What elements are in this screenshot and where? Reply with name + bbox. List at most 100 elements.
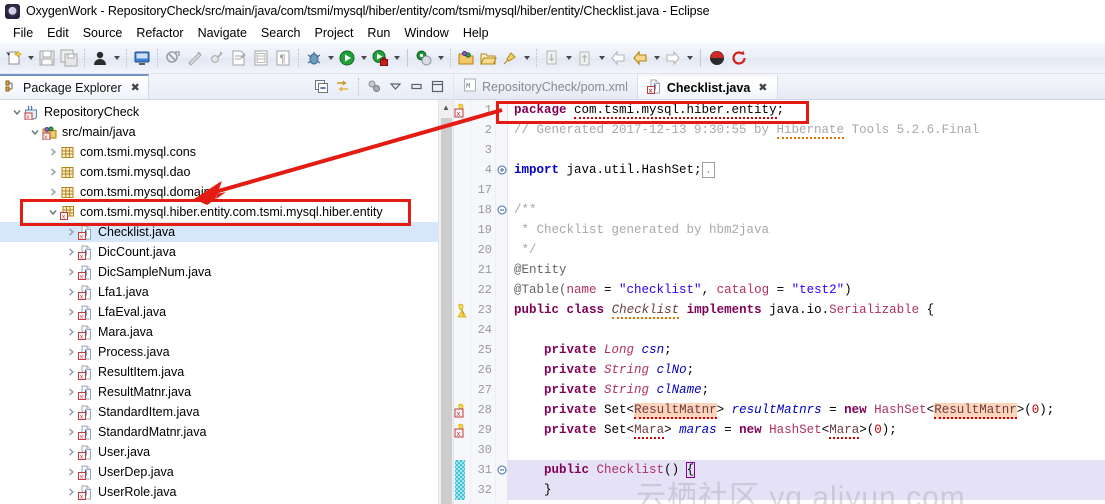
menu-navigate[interactable]: Navigate xyxy=(191,25,254,41)
pin-editor-dropdown-arrow-icon[interactable] xyxy=(521,47,532,69)
external-tools-icon[interactable] xyxy=(413,47,435,69)
open-console-icon[interactable] xyxy=(131,47,153,69)
tree-item-lfaeval-java[interactable]: x LfaEval.java xyxy=(0,302,453,322)
code-line[interactable]: import java.util.HashSet;. xyxy=(514,160,1105,180)
code-line[interactable]: private String clNo; xyxy=(514,360,1105,380)
back-icon[interactable] xyxy=(607,47,629,69)
chevron-right-icon[interactable] xyxy=(64,387,77,397)
tree-item-resultmatnr-java[interactable]: x ResultMatnr.java xyxy=(0,382,453,402)
maximize-icon[interactable] xyxy=(428,77,447,96)
minimize-icon[interactable] xyxy=(407,77,426,96)
chevron-right-icon[interactable] xyxy=(64,367,77,377)
tree-item-standarditem-java[interactable]: x StandardItem.java xyxy=(0,402,453,422)
open-type-dropdown-arrow-icon[interactable] xyxy=(111,47,122,69)
close-icon[interactable]: ✖ xyxy=(758,81,767,94)
open-resource-icon[interactable] xyxy=(455,47,477,69)
error-bulb-icon[interactable]: x xyxy=(454,420,470,440)
code-line[interactable]: @Table(name = "checklist", catalog = "te… xyxy=(514,280,1105,300)
warning-bulb-icon[interactable]: ! xyxy=(454,300,470,320)
run-coverage-icon[interactable] xyxy=(369,47,391,69)
code-line[interactable]: @Entity xyxy=(514,260,1105,280)
tree-item-userdep-java[interactable]: x UserDep.java xyxy=(0,462,453,482)
quick-fix-icon[interactable] xyxy=(206,47,228,69)
code-line[interactable]: public class Checklist implements java.i… xyxy=(514,300,1105,320)
code-line[interactable]: package com.tsmi.mysql.hiber.entity; xyxy=(514,100,1105,120)
open-folder-icon[interactable] xyxy=(477,47,499,69)
tree-item-com-tsmi-mysql-hiber-entity-com-tsmi-mysql-hiber-entity[interactable]: x com.tsmi.mysql.hiber.entity.com.tsmi.my… xyxy=(0,202,453,222)
view-menu-icon[interactable] xyxy=(365,77,384,96)
forward-dropdown-arrow-icon[interactable] xyxy=(684,47,695,69)
save-all-icon[interactable] xyxy=(58,47,80,69)
menu-source[interactable]: Source xyxy=(76,25,130,41)
tree-item-userrole-java[interactable]: x UserRole.java xyxy=(0,482,453,502)
next-annotation-icon[interactable] xyxy=(541,47,563,69)
previous-edit-dropdown-arrow-icon[interactable] xyxy=(651,47,662,69)
menu-search[interactable]: Search xyxy=(254,25,308,41)
editor-code-content[interactable]: package com.tsmi.mysql.hiber.entity;// G… xyxy=(508,100,1105,504)
link-with-editor-icon[interactable] xyxy=(333,77,352,96)
code-line[interactable]: */ xyxy=(514,240,1105,260)
new-wizard-icon[interactable] xyxy=(3,47,25,69)
tab-package-explorer[interactable]: Package Explorer ✖ xyxy=(0,74,149,99)
previous-annotation-dropdown-arrow-icon[interactable] xyxy=(596,47,607,69)
previous-annotation-icon[interactable] xyxy=(574,47,596,69)
tree-item-mara-java[interactable]: x Mara.java xyxy=(0,322,453,342)
new-java-project-icon[interactable] xyxy=(250,47,272,69)
chevron-right-icon[interactable] xyxy=(64,487,77,497)
menu-project[interactable]: Project xyxy=(308,25,361,41)
changed-bar[interactable] xyxy=(454,480,470,500)
tree-item-standardmatnr-java[interactable]: x StandardMatnr.java xyxy=(0,422,453,442)
close-icon[interactable]: ✖ xyxy=(131,81,140,94)
new-wizard-dropdown-arrow-icon[interactable] xyxy=(25,47,36,69)
chevron-right-icon[interactable] xyxy=(64,407,77,417)
fold-minus-icon[interactable] xyxy=(496,200,507,220)
code-line[interactable]: private String clName; xyxy=(514,380,1105,400)
code-line[interactable]: public Checklist() { xyxy=(514,460,1105,480)
menu-run[interactable]: Run xyxy=(360,25,397,41)
menu-file[interactable]: File xyxy=(6,25,40,41)
scroll-up-icon[interactable]: ▲ xyxy=(439,100,453,115)
tree-item-dicsamplenum-java[interactable]: x DicSampleNum.java xyxy=(0,262,453,282)
format-icon[interactable]: ¶ xyxy=(272,47,294,69)
code-line[interactable]: private Set<ResultMatnr> resultMatnrs = … xyxy=(514,400,1105,420)
collapse-all-icon[interactable] xyxy=(312,77,331,96)
code-line[interactable] xyxy=(514,440,1105,460)
code-line[interactable] xyxy=(514,140,1105,160)
chevron-right-icon[interactable] xyxy=(64,427,77,437)
code-line[interactable] xyxy=(514,320,1105,340)
tree-item-com-tsmi-mysql-domain[interactable]: com.tsmi.mysql.domain xyxy=(0,182,453,202)
chevron-right-icon[interactable] xyxy=(64,267,77,277)
next-annotation-dropdown-arrow-icon[interactable] xyxy=(563,47,574,69)
tree-item-resultitem-java[interactable]: x ResultItem.java xyxy=(0,362,453,382)
chevron-down-icon[interactable] xyxy=(28,127,41,137)
editor-marker-gutter[interactable]: x!xxx xyxy=(454,100,471,504)
editor-folding-gutter[interactable] xyxy=(496,100,508,504)
chevron-down-icon[interactable] xyxy=(386,77,405,96)
run-dropdown-arrow-icon[interactable] xyxy=(358,47,369,69)
chevron-right-icon[interactable] xyxy=(64,347,77,357)
chevron-right-icon[interactable] xyxy=(46,187,59,197)
tree-item-src-main-java[interactable]: x src/main/java xyxy=(0,122,453,142)
scrollbar-thumb[interactable] xyxy=(441,118,452,504)
tree-item-diccount-java[interactable]: x DicCount.java xyxy=(0,242,453,262)
code-line[interactable]: } xyxy=(514,480,1105,500)
changed-bar[interactable] xyxy=(454,460,470,480)
code-line[interactable]: private Long csn; xyxy=(514,340,1105,360)
chevron-right-icon[interactable] xyxy=(64,467,77,477)
debug-icon[interactable] xyxy=(303,47,325,69)
run-icon[interactable] xyxy=(336,47,358,69)
editor-tab-repositorycheck-pom-xml[interactable]: M RepositoryCheck/pom.xml xyxy=(454,74,638,99)
save-icon[interactable] xyxy=(36,47,58,69)
chevron-right-icon[interactable] xyxy=(64,247,77,257)
chevron-right-icon[interactable] xyxy=(64,227,77,237)
chevron-down-icon[interactable] xyxy=(46,207,59,217)
previous-edit-icon[interactable] xyxy=(629,47,651,69)
forward-icon[interactable] xyxy=(662,47,684,69)
menu-help[interactable]: Help xyxy=(456,25,496,41)
run-coverage-dropdown-arrow-icon[interactable] xyxy=(391,47,402,69)
code-line[interactable]: /** xyxy=(514,200,1105,220)
error-bulb-icon[interactable]: x xyxy=(454,400,470,420)
tree-item-com-tsmi-mysql-dao[interactable]: com.tsmi.mysql.dao xyxy=(0,162,453,182)
java-source-editor[interactable]: x!xxx 1234171819202122232425262728293031… xyxy=(454,100,1105,504)
tree-item-com-tsmi-mysql-cons[interactable]: com.tsmi.mysql.cons xyxy=(0,142,453,162)
